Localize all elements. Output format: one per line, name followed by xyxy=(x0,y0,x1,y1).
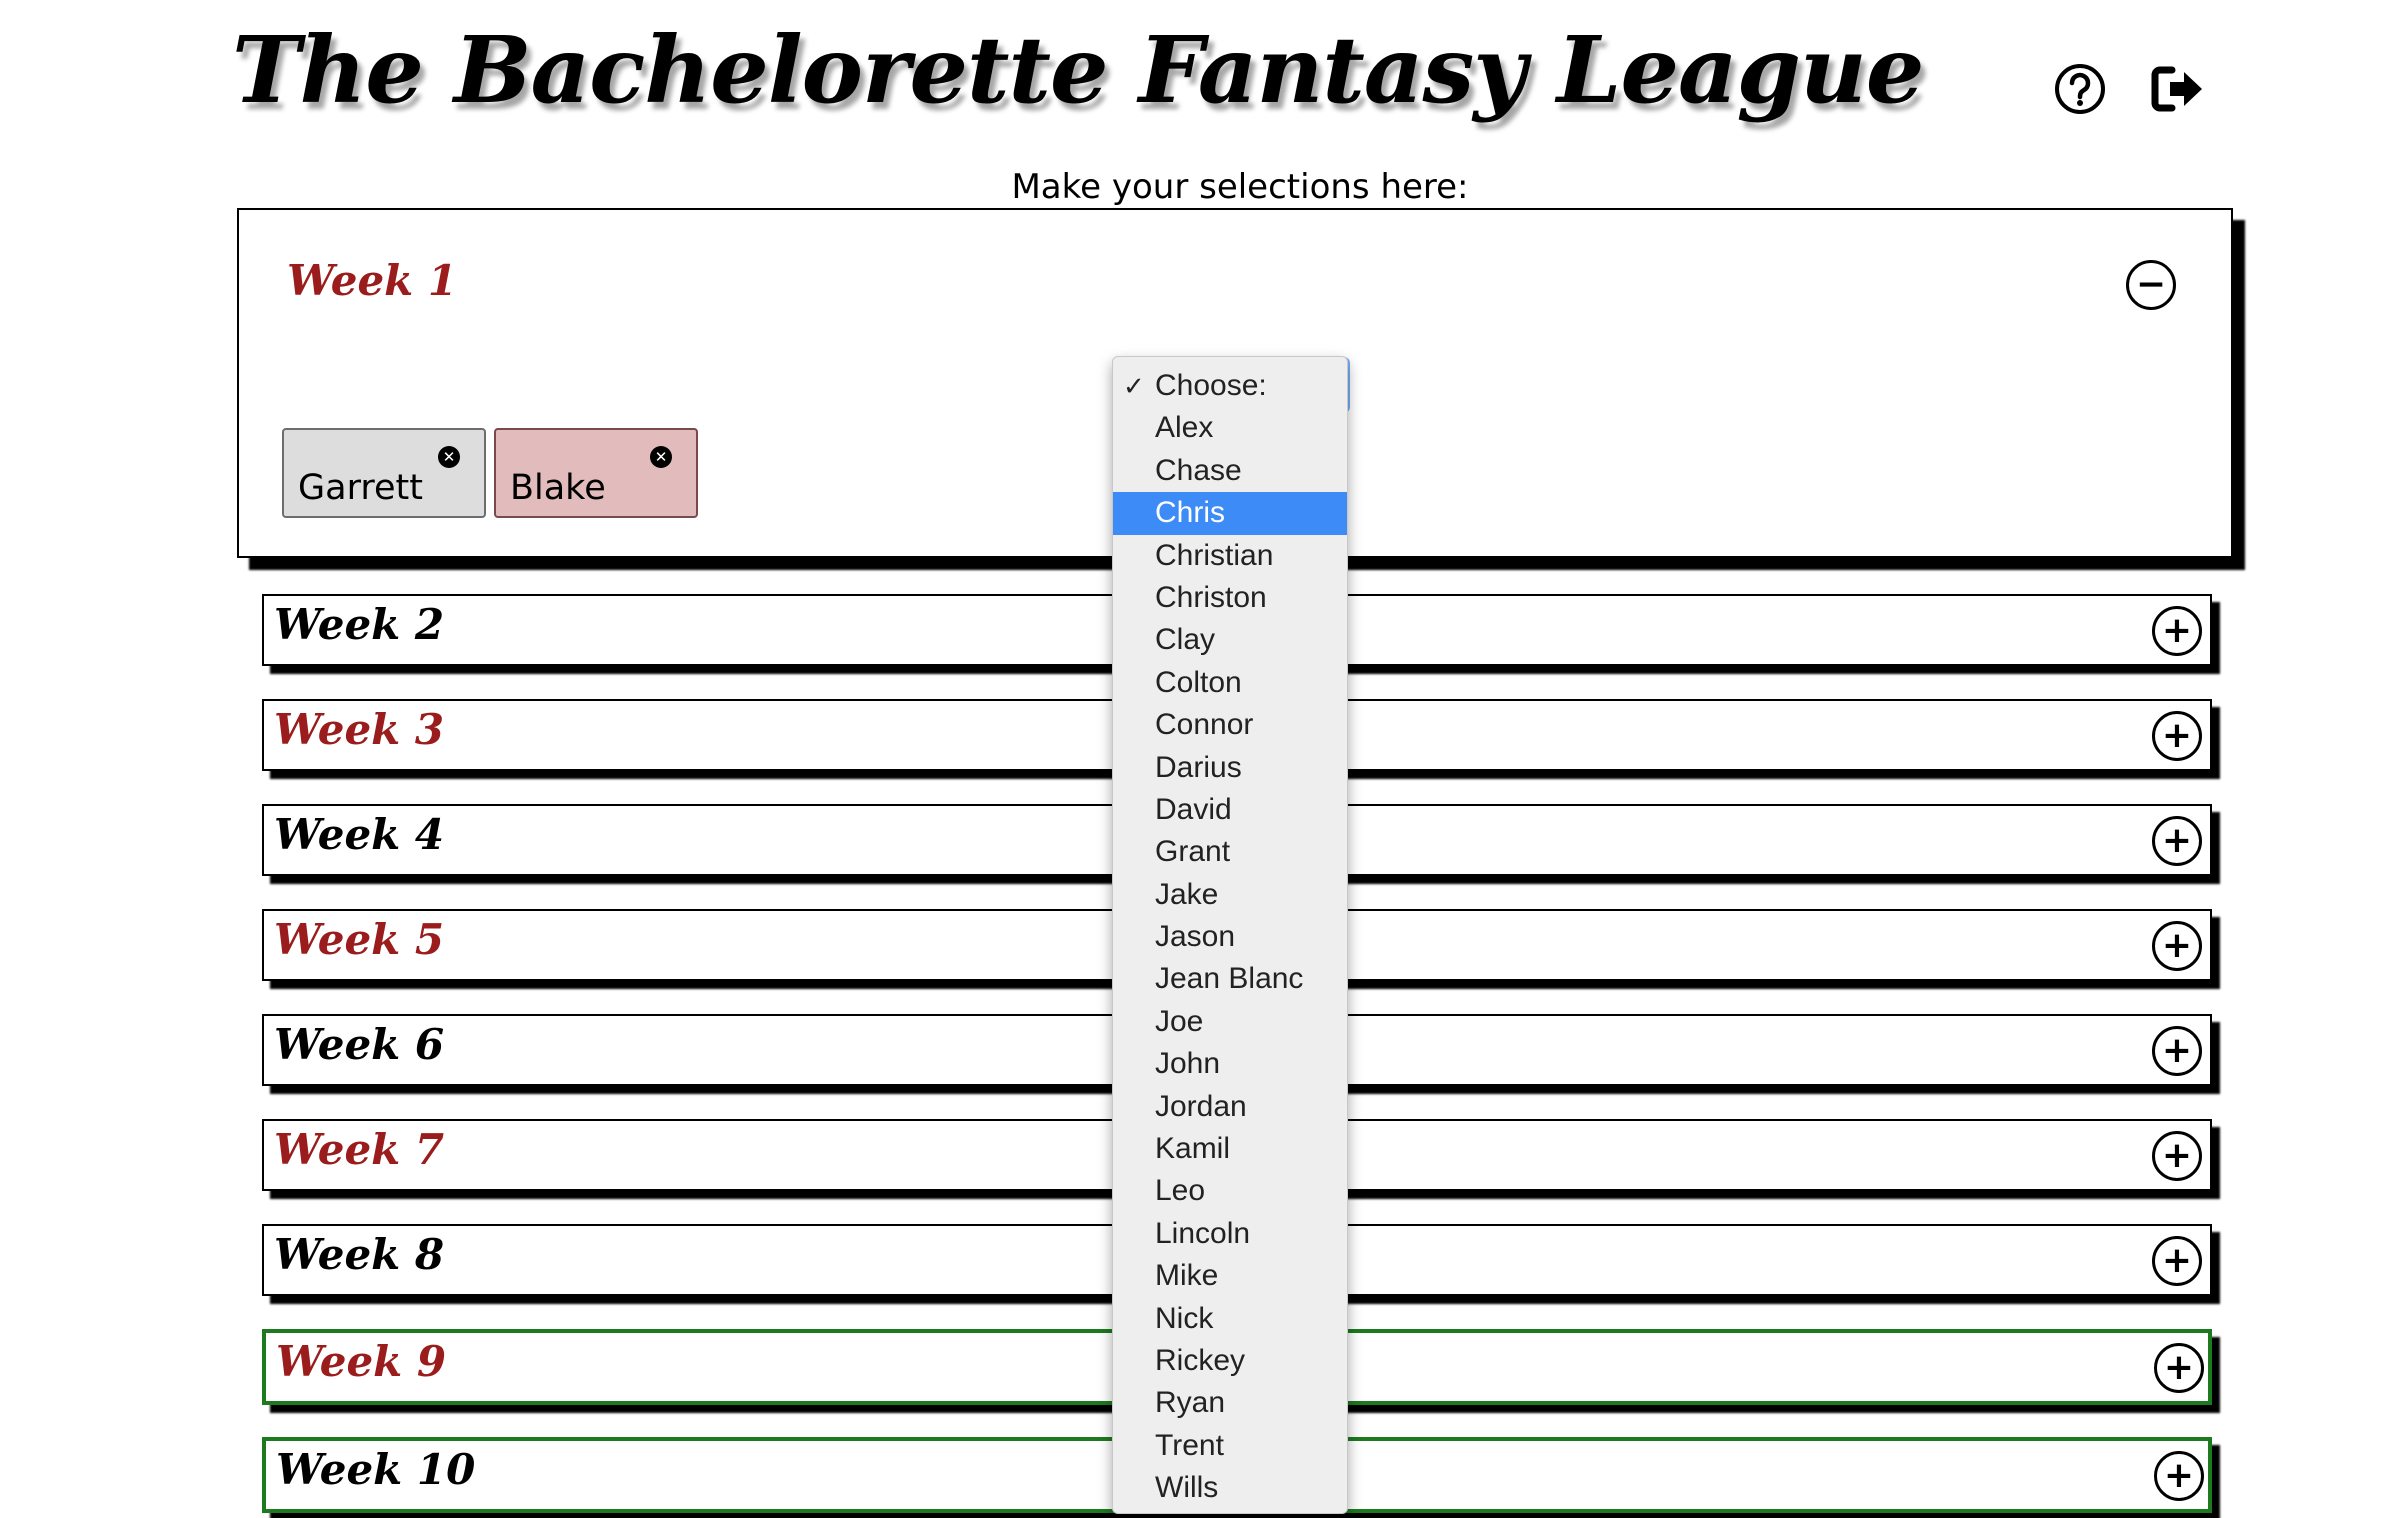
dropdown-option[interactable]: Clay xyxy=(1113,619,1347,661)
dropdown-option[interactable]: Christian xyxy=(1113,535,1347,577)
plus-icon: + xyxy=(2161,925,2193,966)
option-label: Mike xyxy=(1155,1259,1219,1293)
plus-icon: + xyxy=(2161,1135,2193,1176)
expand-button[interactable]: + xyxy=(2152,1026,2202,1076)
dropdown-option[interactable]: Chris xyxy=(1113,492,1347,535)
minus-icon: − xyxy=(2135,264,2167,305)
option-label: Jake xyxy=(1155,877,1219,911)
dropdown-option[interactable]: Kamil xyxy=(1113,1128,1347,1170)
option-label: Wills xyxy=(1155,1471,1219,1505)
dropdown-option[interactable]: Mike xyxy=(1113,1255,1347,1297)
dropdown-option[interactable]: Nick xyxy=(1113,1298,1347,1340)
dropdown-option[interactable]: Connor xyxy=(1113,704,1347,746)
dropdown-option[interactable]: Ryan xyxy=(1113,1382,1347,1424)
dropdown-option[interactable]: Jean Blanc xyxy=(1113,958,1347,1000)
dropdown-option[interactable]: Wills xyxy=(1113,1467,1347,1509)
option-label: David xyxy=(1155,792,1232,826)
dropdown-option[interactable]: Jason xyxy=(1113,916,1347,958)
close-icon[interactable]: ✕ xyxy=(650,446,672,468)
option-label: Chase xyxy=(1155,453,1242,487)
dropdown-option[interactable]: Grant xyxy=(1113,831,1347,873)
help-button[interactable] xyxy=(2053,62,2107,116)
checkmark-icon: ✓ xyxy=(1123,371,1145,401)
logout-button[interactable] xyxy=(2150,64,2206,114)
option-label: Nick xyxy=(1155,1301,1214,1335)
dropdown-option[interactable]: Alex xyxy=(1113,407,1347,449)
expand-button[interactable]: + xyxy=(2152,1236,2202,1286)
week-title: Week 3 xyxy=(274,705,445,754)
dropdown-option[interactable]: Jordan xyxy=(1113,1086,1347,1128)
option-label: Ryan xyxy=(1155,1386,1226,1420)
option-label: Alex xyxy=(1155,411,1214,445)
option-label: John xyxy=(1155,1047,1221,1081)
option-label: Jason xyxy=(1155,920,1236,954)
plus-icon: + xyxy=(2161,715,2193,756)
option-label: Lincoln xyxy=(1155,1216,1251,1250)
week-title: Week 10 xyxy=(276,1445,476,1494)
selection-chip-blake: ✕ Blake xyxy=(494,428,698,518)
expand-button[interactable]: + xyxy=(2154,1343,2204,1393)
dropdown-option[interactable]: Leo xyxy=(1113,1170,1347,1212)
expand-button[interactable]: + xyxy=(2152,921,2202,971)
option-label: Connor xyxy=(1155,708,1254,742)
dropdown-option[interactable]: John xyxy=(1113,1043,1347,1085)
plus-icon: + xyxy=(2161,820,2193,861)
option-label: Jean Blanc xyxy=(1155,962,1304,996)
dropdown-option[interactable]: David xyxy=(1113,789,1347,831)
plus-icon: + xyxy=(2161,1240,2193,1281)
option-label: Christon xyxy=(1155,580,1267,614)
dropdown-option[interactable]: Chase xyxy=(1113,450,1347,492)
chip-label: Garrett xyxy=(298,468,423,508)
week-title: Week 8 xyxy=(274,1230,445,1279)
dropdown-option[interactable]: Rickey xyxy=(1113,1340,1347,1382)
dropdown-option[interactable]: Christon xyxy=(1113,577,1347,619)
dropdown-option[interactable]: Jake xyxy=(1113,874,1347,916)
week-title: Week 4 xyxy=(274,810,445,859)
question-circle-icon xyxy=(2055,64,2105,114)
collapse-button[interactable]: − xyxy=(2126,260,2176,310)
expand-button[interactable]: + xyxy=(2152,606,2202,656)
option-label: Chris xyxy=(1155,496,1226,530)
plus-icon: + xyxy=(2163,1347,2195,1388)
option-label: Darius xyxy=(1155,750,1242,784)
plus-icon: + xyxy=(2163,1455,2195,1496)
week-title: Week 7 xyxy=(274,1125,445,1174)
dropdown-option[interactable]: Trent xyxy=(1113,1425,1347,1467)
dropdown-option[interactable]: Colton xyxy=(1113,662,1347,704)
option-label: Choose: xyxy=(1155,369,1267,402)
sign-out-icon xyxy=(2151,66,2202,112)
option-label: Leo xyxy=(1155,1174,1206,1208)
expand-button[interactable]: + xyxy=(2152,1131,2202,1181)
expand-button[interactable]: + xyxy=(2152,711,2202,761)
week-title: Week 5 xyxy=(274,915,445,964)
plus-icon: + xyxy=(2161,610,2193,651)
week-1-title[interactable]: Week 1 xyxy=(287,260,457,302)
selection-chip-garrett: ✕ Garrett xyxy=(282,428,486,518)
instructions-text: Make your selections here: xyxy=(1011,167,1469,207)
dropdown-option[interactable]: Joe xyxy=(1113,1001,1347,1043)
plus-icon: + xyxy=(2161,1030,2193,1071)
option-label: Colton xyxy=(1155,665,1242,699)
option-label: Trent xyxy=(1155,1428,1224,1462)
expand-button[interactable]: + xyxy=(2154,1451,2204,1501)
week-title: Week 6 xyxy=(274,1020,445,1069)
option-label: Jordan xyxy=(1155,1089,1247,1123)
option-label: Clay xyxy=(1155,623,1216,657)
chip-label: Blake xyxy=(510,468,606,508)
option-label: Grant xyxy=(1155,835,1231,869)
option-label: Joe xyxy=(1155,1004,1204,1038)
expand-button[interactable]: + xyxy=(2152,816,2202,866)
page-title: The Bachelorette Fantasy League xyxy=(232,16,1924,124)
option-label: Kamil xyxy=(1155,1132,1231,1166)
option-label: Rickey xyxy=(1155,1343,1246,1377)
dropdown-option[interactable]: Lincoln xyxy=(1113,1213,1347,1255)
contestant-select-dropdown[interactable]: ✓ Choose: Alex Chase Chris Christian Christon C… xyxy=(1112,356,1348,1514)
dropdown-option[interactable]: Darius xyxy=(1113,747,1347,789)
dropdown-option-placeholder[interactable]: ✓ Choose: xyxy=(1113,365,1347,407)
week-title: Week 9 xyxy=(276,1337,447,1386)
week-title: Week 2 xyxy=(274,600,445,649)
option-label: Christian xyxy=(1155,538,1274,572)
close-icon[interactable]: ✕ xyxy=(438,446,460,468)
